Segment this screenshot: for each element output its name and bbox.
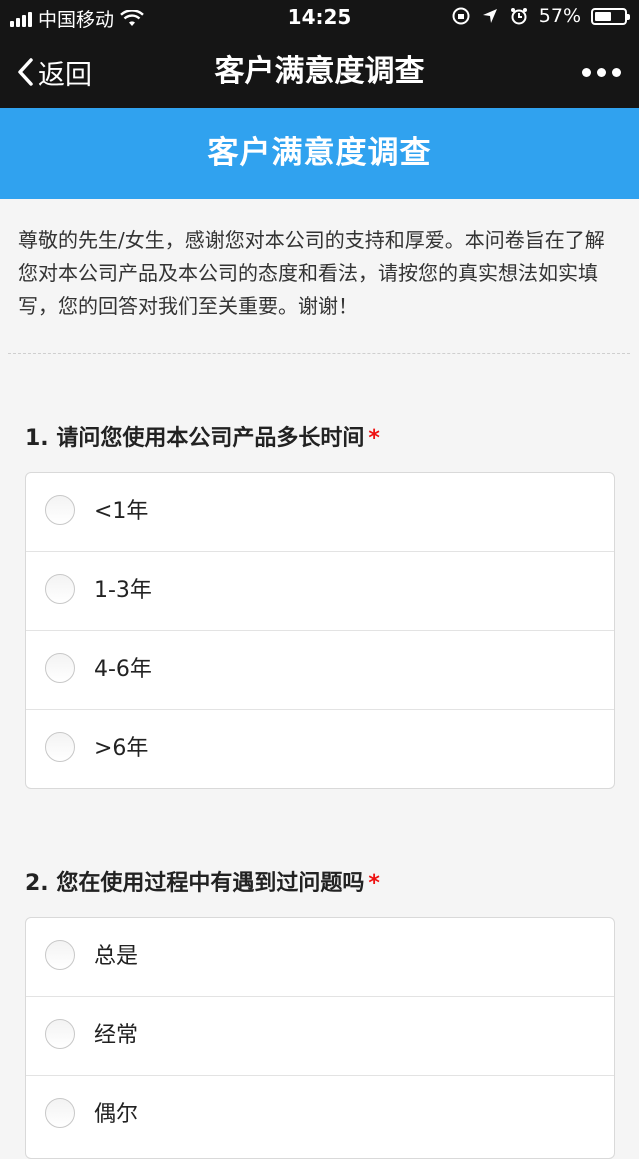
survey-title: 客户满意度调查 bbox=[0, 108, 639, 199]
question-2-text: 2. 您在使用过程中有遇到过问题吗 bbox=[25, 871, 365, 896]
option-label: 经常 bbox=[94, 1023, 139, 1048]
radio-button[interactable] bbox=[45, 1098, 75, 1128]
location-icon bbox=[482, 9, 497, 23]
option-label: 偶尔 bbox=[94, 1102, 139, 1127]
nav-bar: 返回 客户满意度调查 bbox=[0, 36, 639, 108]
question-1-title: 1. 请问您使用本公司产品多长时间 * bbox=[25, 420, 380, 452]
rotation-lock-icon bbox=[452, 7, 470, 25]
more-dot-icon bbox=[597, 67, 606, 77]
radio-button[interactable] bbox=[45, 940, 75, 970]
option-q2-2[interactable]: 经常 bbox=[26, 996, 614, 1075]
more-button[interactable] bbox=[582, 36, 621, 108]
option-label: >6年 bbox=[94, 736, 149, 761]
question-2-title: 2. 您在使用过程中有遇到过问题吗 * bbox=[25, 865, 380, 897]
nav-title: 客户满意度调查 bbox=[214, 54, 425, 89]
question-1-text: 1. 请问您使用本公司产品多长时间 bbox=[25, 426, 365, 451]
required-mark: * bbox=[368, 426, 380, 451]
more-dot-icon bbox=[612, 67, 621, 77]
status-bar: 中国移动 14:25 57% bbox=[0, 0, 639, 36]
status-right: 57% bbox=[451, 5, 630, 27]
battery-percent: 57% bbox=[538, 5, 581, 27]
alarm-icon bbox=[510, 8, 527, 25]
more-dot-icon bbox=[582, 67, 591, 77]
radio-button[interactable] bbox=[45, 574, 75, 604]
question-2-options: 总是 经常 偶尔 bbox=[25, 917, 615, 1159]
divider bbox=[8, 353, 630, 354]
option-q2-3[interactable]: 偶尔 bbox=[26, 1075, 614, 1154]
option-q1-4[interactable]: >6年 bbox=[26, 709, 614, 788]
radio-button[interactable] bbox=[45, 732, 75, 762]
required-mark: * bbox=[368, 871, 380, 896]
option-label: 4-6年 bbox=[94, 657, 152, 682]
radio-button[interactable] bbox=[45, 1019, 75, 1049]
question-1-options: <1年 1-3年 4-6年 >6年 bbox=[25, 472, 615, 789]
option-q1-2[interactable]: 1-3年 bbox=[26, 551, 614, 630]
survey-intro: 尊敬的先生/女生，感谢您对本公司的支持和厚爱。本问卷旨在了解您对本公司产品及本公… bbox=[18, 228, 605, 318]
battery-fill bbox=[595, 11, 611, 21]
option-label: 1-3年 bbox=[94, 578, 152, 603]
radio-button[interactable] bbox=[45, 495, 75, 525]
option-q1-1[interactable]: <1年 bbox=[26, 473, 614, 551]
battery-icon bbox=[591, 7, 630, 25]
option-label: <1年 bbox=[94, 499, 149, 524]
radio-button[interactable] bbox=[45, 653, 75, 683]
option-q1-3[interactable]: 4-6年 bbox=[26, 630, 614, 709]
option-q2-1[interactable]: 总是 bbox=[26, 918, 614, 996]
option-label: 总是 bbox=[94, 944, 139, 969]
